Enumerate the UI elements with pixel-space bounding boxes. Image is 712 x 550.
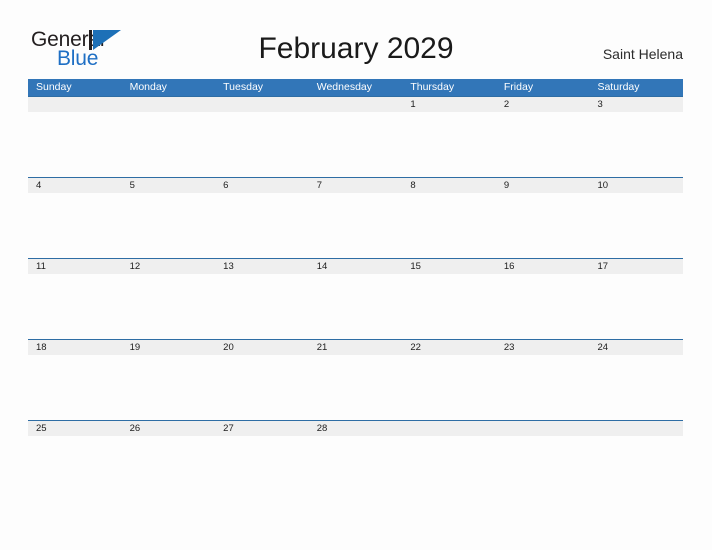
day-cell[interactable]: 27: [215, 421, 309, 436]
week-notes-area[interactable]: [28, 193, 683, 258]
day-cell[interactable]: 7: [309, 178, 403, 193]
day-cell[interactable]: 23: [496, 340, 590, 355]
day-cell[interactable]: 11: [28, 259, 122, 274]
week-row: 11 12 13 14 15 16 17: [28, 258, 683, 339]
day-cell[interactable]: 2: [496, 97, 590, 112]
day-cell[interactable]: 15: [402, 259, 496, 274]
week-notes-area[interactable]: [28, 436, 683, 501]
day-cell[interactable]: 18: [28, 340, 122, 355]
day-cell[interactable]: 17: [589, 259, 683, 274]
day-cell[interactable]: [402, 421, 496, 436]
week-row: 18 19 20 21 22 23 24: [28, 339, 683, 420]
weekday-friday: Friday: [503, 81, 534, 93]
daynum-strip: 4 5 6 7 8 9 10: [28, 178, 683, 193]
daynum-strip: 18 19 20 21 22 23 24: [28, 340, 683, 355]
day-cell[interactable]: [496, 421, 590, 436]
day-cell[interactable]: 20: [215, 340, 309, 355]
day-cell[interactable]: 5: [122, 178, 216, 193]
day-cell[interactable]: 16: [496, 259, 590, 274]
day-cell[interactable]: 25: [28, 421, 122, 436]
calendar-grid: Sunday Monday Tuesday Wednesday Thursday…: [28, 79, 683, 501]
week-notes-area[interactable]: [28, 274, 683, 339]
day-cell[interactable]: [28, 97, 122, 112]
day-cell[interactable]: 1: [402, 97, 496, 112]
day-cell[interactable]: 9: [496, 178, 590, 193]
daynum-strip: 11 12 13 14 15 16 17: [28, 259, 683, 274]
day-cell[interactable]: 8: [402, 178, 496, 193]
day-cell[interactable]: 21: [309, 340, 403, 355]
week-row: 1 2 3: [28, 96, 683, 177]
week-row: 25 26 27 28: [28, 420, 683, 501]
day-cell[interactable]: 28: [309, 421, 403, 436]
weekday-wednesday: Wednesday: [316, 81, 372, 93]
day-cell[interactable]: 19: [122, 340, 216, 355]
weekday-tuesday: Tuesday: [223, 81, 264, 93]
week-notes-area[interactable]: [28, 355, 683, 420]
location-label: Saint Helena: [602, 46, 683, 62]
day-cell[interactable]: 3: [589, 97, 683, 112]
weekday-saturday: Saturday: [597, 81, 640, 93]
week-notes-area[interactable]: [28, 112, 683, 177]
weekday-thursday: Thursday: [410, 81, 455, 93]
day-cell[interactable]: 12: [122, 259, 216, 274]
day-cell[interactable]: 6: [215, 178, 309, 193]
day-cell[interactable]: [309, 97, 403, 112]
day-cell[interactable]: 13: [215, 259, 309, 274]
week-row: 4 5 6 7 8 9 10: [28, 177, 683, 258]
daynum-strip: 1 2 3: [28, 97, 683, 112]
day-cell[interactable]: [215, 97, 309, 112]
day-cell[interactable]: 22: [402, 340, 496, 355]
day-cell[interactable]: 24: [589, 340, 683, 355]
weekday-sunday: Sunday: [36, 81, 72, 93]
daynum-strip: 25 26 27 28: [28, 421, 683, 436]
day-cell[interactable]: 4: [28, 178, 122, 193]
day-cell[interactable]: [122, 97, 216, 112]
day-cell[interactable]: [589, 421, 683, 436]
day-cell[interactable]: 26: [122, 421, 216, 436]
day-cell[interactable]: 10: [589, 178, 683, 193]
weekday-monday: Monday: [129, 81, 167, 93]
day-cell[interactable]: 14: [309, 259, 403, 274]
weekday-header-row: Sunday Monday Tuesday Wednesday Thursday…: [28, 79, 683, 96]
page-header: General Blue February 2029 Saint Helena: [0, 0, 712, 79]
